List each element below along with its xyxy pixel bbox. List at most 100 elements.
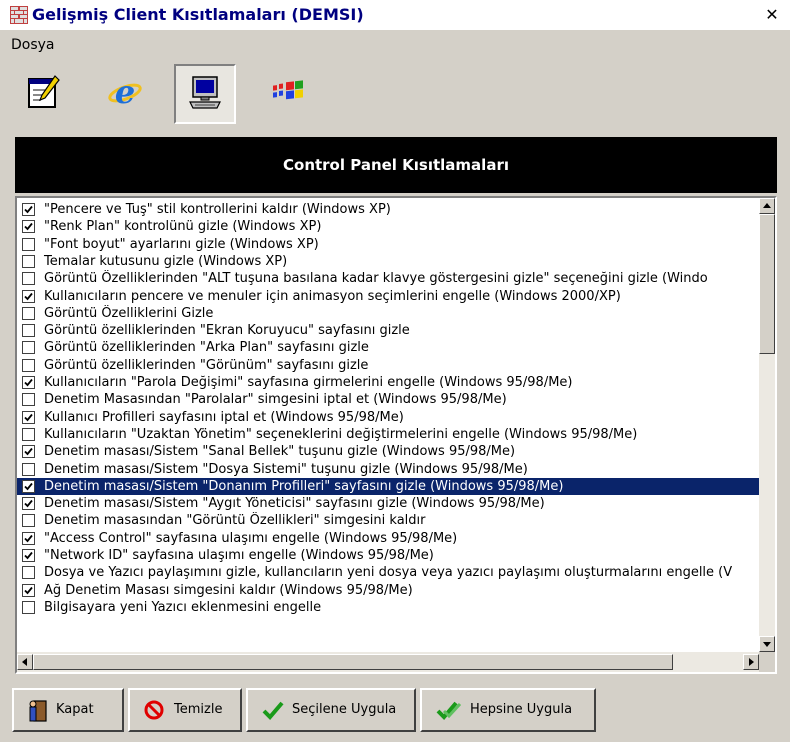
restrictions-list-rows: "Pencere ve Tuş" stil kontrollerini kald…: [17, 198, 759, 652]
list-item-checkbox[interactable]: [22, 289, 35, 303]
list-item-label: "Font boyut" ayarlarını gizle (Windows X…: [44, 236, 319, 252]
list-item-checkbox[interactable]: [22, 376, 35, 389]
vertical-scroll-thumb[interactable]: [759, 214, 775, 354]
windows-flag-icon: [273, 80, 303, 100]
horizontal-scroll-thumb[interactable]: [33, 654, 673, 670]
list-item[interactable]: "Network ID" sayfasına ulaşımı engelle (…: [17, 547, 759, 564]
list-item[interactable]: Denetim masası/Sistem "Sanal Bellek" tuş…: [17, 443, 759, 460]
list-item-label: Denetim masası/Sistem "Dosya Sistemi" tu…: [44, 461, 528, 477]
window-title: Gelişmiş Client Kısıtlamaları (DEMSI): [32, 5, 364, 24]
check-mark-icon: [24, 413, 33, 421]
vertical-scrollbar[interactable]: [759, 198, 775, 652]
list-item[interactable]: Denetim masasından "Görüntü Özellikleri"…: [17, 512, 759, 529]
checkmark-icon: [262, 701, 284, 720]
list-item-checkbox[interactable]: [22, 600, 35, 614]
toolbar-notepad-button[interactable]: [12, 64, 74, 124]
apply-all-button-label: Hepsine Uygula: [470, 702, 573, 717]
list-item-checkbox[interactable]: [22, 497, 35, 511]
list-item-checkbox[interactable]: [22, 220, 35, 234]
list-item[interactable]: "Font boyut" ayarlarını gizle (Windows X…: [17, 236, 759, 253]
list-item-label: Denetim Masasından "Parolalar" simgesini…: [44, 392, 507, 408]
list-item-checkbox[interactable]: [22, 479, 35, 493]
list-item[interactable]: Bilgisayara yeni Yazıcı eklenmesini enge…: [17, 599, 759, 616]
list-item-checkbox[interactable]: [22, 237, 35, 251]
list-item-checkbox[interactable]: [22, 393, 35, 407]
list-item-label: Ağ Denetim Masası simgesini kaldır (Wind…: [44, 582, 413, 598]
footer-toolbar: Kapat Temizle Seçilene Uygula Hepsine Uy…: [0, 680, 790, 742]
list-item-checkbox[interactable]: [22, 306, 35, 320]
list-item-checkbox[interactable]: [22, 272, 35, 286]
scroll-up-button[interactable]: [759, 198, 775, 214]
list-item[interactable]: "Renk Plan" kontrolünü gizle (Windows XP…: [17, 218, 759, 235]
clear-button[interactable]: Temizle: [128, 688, 242, 732]
svg-text:e: e: [115, 74, 135, 110]
list-item-label: Temalar kutusunu gizle (Windows XP): [44, 253, 288, 269]
list-item[interactable]: Dosya ve Yazıcı paylaşımını gizle, kulla…: [17, 564, 759, 581]
list-item-label: Kullanıcıların "Uzaktan Yönetim" seçenek…: [44, 426, 638, 442]
toolbar-internet-explorer-button[interactable]: e: [94, 64, 156, 124]
close-app-button-label: Kapat: [56, 702, 94, 717]
list-item[interactable]: Denetim masası/Sistem "Dosya Sistemi" tu…: [17, 461, 759, 478]
list-item-label: "Access Control" sayfasına ulaşımı engel…: [44, 530, 458, 546]
list-item[interactable]: Temalar kutusunu gizle (Windows XP): [17, 253, 759, 270]
list-item-label: Denetim masası/Sistem "Sanal Bellek" tuş…: [44, 444, 516, 460]
list-item[interactable]: Denetim masası/Sistem "Donanım Profiller…: [17, 477, 759, 495]
section-title: Control Panel Kısıtlamaları: [283, 156, 509, 174]
check-mark-icon: [24, 500, 33, 508]
computer-icon: [189, 76, 221, 109]
toolbar-computer-button[interactable]: [174, 64, 236, 124]
list-item-checkbox[interactable]: [22, 445, 35, 459]
arrow-up-icon: [763, 203, 771, 208]
horizontal-scrollbar[interactable]: [17, 652, 759, 672]
scroll-left-button[interactable]: [17, 654, 33, 670]
scroll-down-button[interactable]: [759, 636, 775, 652]
list-item[interactable]: Görüntü özelliklerinden "Ekran Koruyucu"…: [17, 322, 759, 339]
list-item-checkbox[interactable]: [22, 341, 35, 355]
list-item[interactable]: Kullanıcıların "Uzaktan Yönetim" seçenek…: [17, 426, 759, 443]
list-item-checkbox[interactable]: [22, 531, 35, 545]
list-item[interactable]: Görüntü Özelliklerini Gizle: [17, 305, 759, 322]
menu-file[interactable]: Dosya: [11, 37, 55, 53]
list-item-checkbox[interactable]: [22, 462, 35, 476]
list-item[interactable]: Kullanıcı Profilleri sayfasını iptal et …: [17, 409, 759, 426]
list-item[interactable]: Görüntü özelliklerinden "Arka Plan" sayf…: [17, 339, 759, 356]
list-item-checkbox[interactable]: [22, 549, 35, 562]
list-item-label: "Renk Plan" kontrolünü gizle (Windows XP…: [44, 219, 322, 235]
list-item-checkbox[interactable]: [22, 410, 35, 424]
list-item-label: Denetim masası/Sistem "Donanım Profiller…: [44, 478, 564, 494]
restrictions-list[interactable]: "Pencere ve Tuş" stil kontrollerini kald…: [15, 196, 777, 674]
list-item-checkbox[interactable]: [22, 358, 35, 372]
list-item[interactable]: Kullanıcıların "Parola Değişimi" sayfası…: [17, 374, 759, 391]
list-item-checkbox[interactable]: [22, 203, 35, 216]
list-item-label: Denetim masası/Sistem "Aygıt Yöneticisi"…: [44, 496, 545, 512]
check-mark-icon: [24, 223, 33, 231]
list-item[interactable]: Denetim masası/Sistem "Aygıt Yöneticisi"…: [17, 495, 759, 512]
close-button[interactable]: ✕: [762, 5, 782, 25]
list-item[interactable]: Ağ Denetim Masası simgesini kaldır (Wind…: [17, 582, 759, 599]
arrow-left-icon: [22, 658, 27, 666]
list-item-checkbox[interactable]: [22, 427, 35, 441]
internet-explorer-icon: e: [108, 74, 142, 110]
toolbar: e: [0, 58, 790, 130]
toolbar-windows-button[interactable]: [256, 64, 318, 124]
list-item-checkbox[interactable]: [22, 254, 35, 268]
list-item[interactable]: Görüntü özelliklerinden "Görünüm" sayfas…: [17, 357, 759, 374]
check-mark-icon: [24, 205, 33, 214]
list-item-label: Görüntü özelliklerinden "Arka Plan" sayf…: [44, 340, 369, 356]
scroll-right-button[interactable]: [743, 654, 759, 670]
apply-all-button[interactable]: Hepsine Uygula: [420, 688, 596, 732]
apply-selected-button[interactable]: Seçilene Uygula: [246, 688, 416, 732]
list-item-checkbox[interactable]: [22, 514, 35, 528]
list-item[interactable]: Görüntü Özelliklerinden "ALT tuşuna bası…: [17, 270, 759, 287]
list-item-checkbox[interactable]: [22, 566, 35, 580]
list-item-checkbox[interactable]: [22, 583, 35, 597]
list-item[interactable]: "Access Control" sayfasına ulaşımı engel…: [17, 530, 759, 547]
list-item-checkbox[interactable]: [22, 324, 35, 338]
list-item[interactable]: Denetim Masasından "Parolalar" simgesini…: [17, 391, 759, 408]
close-app-button[interactable]: Kapat: [12, 688, 124, 732]
list-item[interactable]: Kullanıcıların pencere ve menuler için a…: [17, 288, 759, 305]
list-item[interactable]: "Pencere ve Tuş" stil kontrollerini kald…: [17, 201, 759, 218]
list-item-label: Kullanıcı Profilleri sayfasını iptal et …: [44, 409, 404, 425]
title-bar: Gelişmiş Client Kısıtlamaları (DEMSI) ✕: [0, 0, 790, 30]
list-item-label: Kullanıcıların "Parola Değişimi" sayfası…: [44, 375, 573, 390]
